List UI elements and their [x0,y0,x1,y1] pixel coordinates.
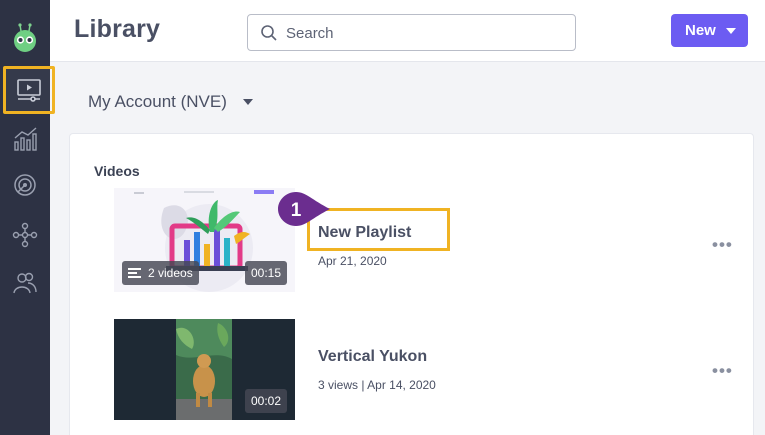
item-meta: Apr 21, 2020 [318,254,387,268]
sidebar [0,0,55,435]
new-button[interactable]: New [671,14,748,47]
search-icon [261,25,277,41]
item-title-link[interactable]: New Playlist [318,224,411,242]
search-box[interactable] [247,14,576,51]
analytics-chart-icon [14,127,37,151]
new-button-label: New [685,22,716,39]
target-icon [14,174,36,196]
app-logo-icon[interactable] [11,22,39,52]
video-count-label: 2 videos [148,266,193,280]
duration-badge: 00:15 [244,261,287,285]
section-title: Videos [94,163,140,179]
page-title: Library [74,15,161,43]
videos-card: Videos 2 videos 00:15 New Playlist Apr 2… [70,134,753,435]
video-library-icon [17,79,41,102]
video-thumbnail[interactable]: 00:02 [114,319,295,420]
users-icon [13,272,37,294]
playlist-thumbnail[interactable]: 2 videos 00:15 [114,188,295,292]
account-selector[interactable]: My Account (NVE) [88,92,253,112]
item-title-link[interactable]: Vertical Yukon [318,348,427,366]
network-icon [12,222,38,248]
account-label: My Account (NVE) [88,92,227,111]
item-meta: 3 views | Apr 14, 2020 [318,378,436,392]
sidebar-item-integrations[interactable] [8,218,42,252]
chevron-down-icon [242,99,253,105]
step-callout: 1 [276,190,332,230]
sidebar-item-library[interactable] [3,66,55,114]
sidebar-item-engagement[interactable] [8,168,42,202]
duration-badge: 00:02 [244,389,287,413]
more-options-button[interactable]: ••• [712,361,733,381]
callout-number: 1 [291,200,302,221]
sidebar-item-analytics[interactable] [8,122,42,156]
search-input[interactable] [286,22,566,44]
video-count-badge: 2 videos [122,261,199,285]
sidebar-item-users[interactable] [8,266,42,300]
callout-marker-icon: 1 [278,192,330,226]
top-bar: Library New [50,0,765,62]
chevron-down-icon [725,27,736,34]
playlist-icon [128,268,141,278]
more-options-button[interactable]: ••• [712,235,733,255]
